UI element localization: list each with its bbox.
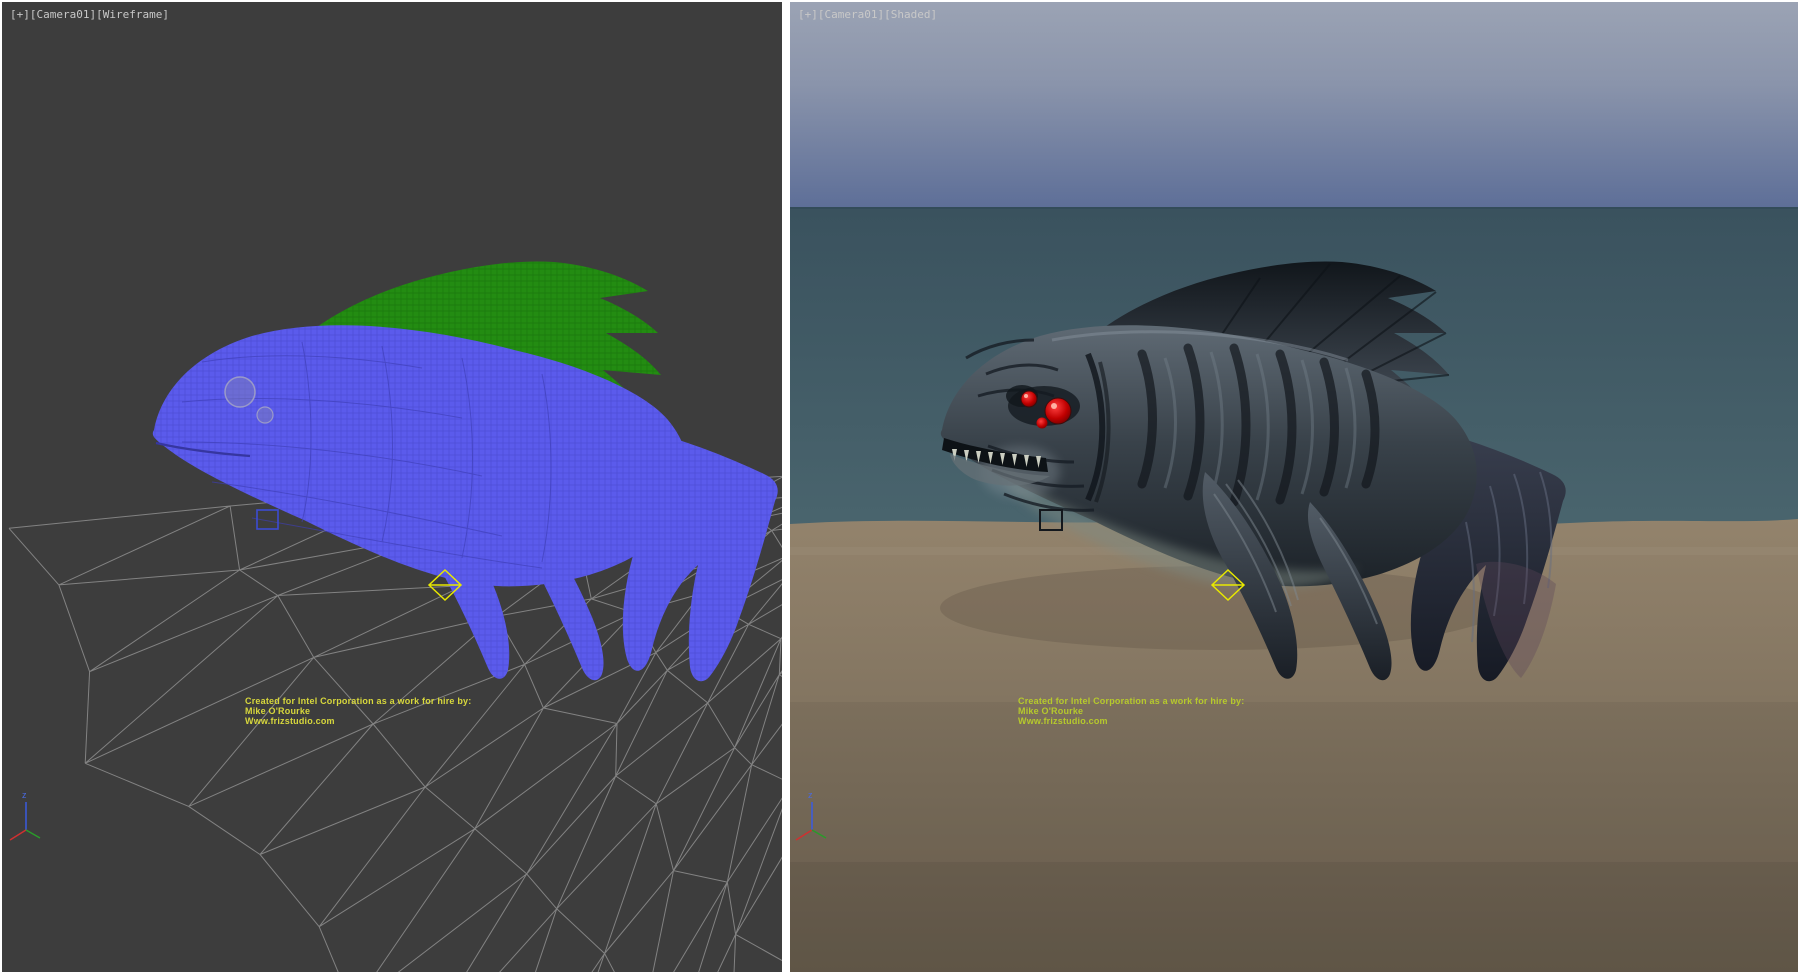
credit-line-2: Mike O'Rourke: [1018, 706, 1244, 716]
sky: [790, 2, 1798, 207]
camera-label[interactable]: [Camera01]: [818, 8, 884, 21]
credit-line-3: Www.frizstudio.com: [1018, 716, 1244, 726]
viewport-label-right: [+][Camera01][Shaded]: [798, 8, 937, 21]
axis-z-label: z: [22, 790, 27, 800]
credit-text: Created for Intel Corporation as a work …: [1018, 696, 1244, 726]
app-frame: [+][Camera01][Wireframe]: [0, 0, 1800, 978]
camera-label[interactable]: [Camera01]: [30, 8, 96, 21]
viewport-left[interactable]: [+][Camera01][Wireframe]: [2, 2, 782, 972]
credit-text: Created for Intel Corporation as a work …: [245, 696, 471, 726]
shading-label[interactable]: [Shaded]: [884, 8, 937, 21]
viewport-divider[interactable]: [782, 0, 790, 978]
wireframe-scene: z: [2, 2, 782, 972]
wireframe-fish[interactable]: [153, 262, 778, 682]
shading-label[interactable]: [Wireframe]: [96, 8, 169, 21]
credit-line-1: Created for Intel Corporation as a work …: [245, 696, 471, 706]
viewport-right[interactable]: [+][Camera01][Shaded]: [790, 2, 1798, 972]
viewport-menu-button[interactable]: [+]: [798, 8, 818, 21]
axis-tripod: z: [10, 790, 40, 840]
shaded-scene: z: [790, 2, 1798, 972]
viewport-label-left: [+][Camera01][Wireframe]: [10, 8, 169, 21]
credit-line-1: Created for Intel Corporation as a work …: [1018, 696, 1244, 706]
viewport-menu-button[interactable]: [+]: [10, 8, 30, 21]
horizon-line: [790, 207, 1798, 209]
credit-line-3: Www.frizstudio.com: [245, 716, 471, 726]
credit-line-2: Mike O'Rourke: [245, 706, 471, 716]
axis-z-label: z: [808, 790, 813, 800]
